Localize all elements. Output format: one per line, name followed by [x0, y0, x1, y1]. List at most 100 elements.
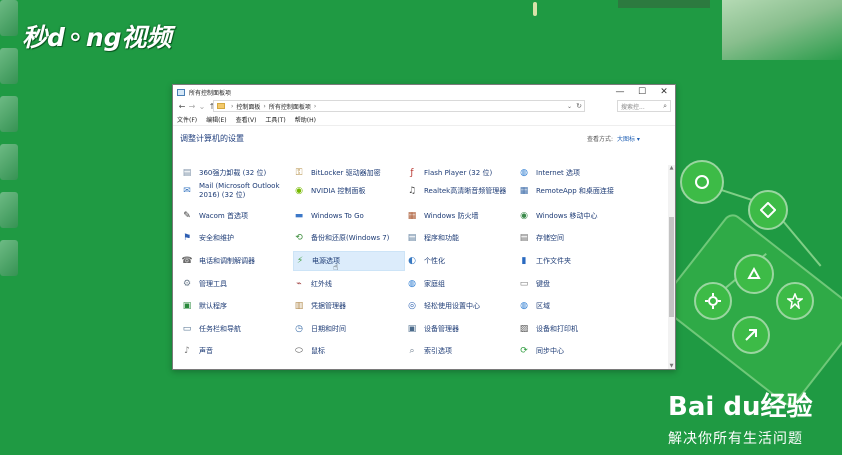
control-panel-item[interactable]: ⚙ 管理工具	[181, 274, 293, 294]
menu-edit[interactable]: 编辑(E)	[206, 115, 226, 124]
menu-help[interactable]: 帮助(H)	[295, 115, 316, 124]
menu-view[interactable]: 查看(V)	[236, 115, 257, 124]
search-placeholder: 搜索控...	[621, 103, 645, 111]
control-panel-item[interactable]: ◐ 个性化	[406, 251, 518, 271]
control-panel-item[interactable]: ⚿ BitLocker 驱动器加密	[293, 163, 405, 183]
baidu-watermark: Bai du经验 解决你所有生活问题	[668, 392, 812, 448]
control-panel-item[interactable]: ▨ 设备和打印机	[518, 319, 630, 339]
recent-locations-icon[interactable]: ⌄	[197, 102, 207, 111]
control-panel-items: ▤ 360强力卸载 (32 位) ✉ Mail (Microsoft Outlook …	[181, 165, 669, 367]
control-panel-item-label: Windows 移动中心	[536, 211, 598, 220]
scrollbar-thumb[interactable]	[669, 217, 674, 317]
address-dropdown-icon[interactable]: ⌄	[567, 103, 572, 110]
control-panel-item-label: 同步中心	[536, 346, 564, 355]
mouse-pointer-icon: ☝	[333, 263, 339, 273]
address-bar[interactable]: › 控制面板 › 所有控制面板项 › ⌄ ↻	[213, 100, 585, 112]
control-panel-item[interactable]: ⌕ 索引选项	[406, 341, 518, 361]
control-panel-item[interactable]: ▣ 设备管理器	[406, 319, 518, 339]
control-panel-item-label: 任务栏和导航	[199, 324, 241, 333]
control-panel-item[interactable]: ♪ 声音	[181, 341, 293, 361]
wallpaper-circle	[776, 282, 814, 320]
windows-to-go-icon: ▬	[294, 211, 304, 221]
control-panel-item-label: 360强力卸载 (32 位)	[199, 168, 267, 177]
control-panel-item-label: Windows To Go	[311, 211, 364, 220]
content-header: 调整计算机的设置 查看方式: 大图标 ▾	[173, 125, 675, 151]
control-panel-item[interactable]: ⬭ 鼠标	[293, 341, 405, 361]
credential-icon: ▥	[294, 301, 304, 311]
control-panel-item[interactable]: ƒ Flash Player (32 位)	[406, 163, 518, 183]
control-panel-item[interactable]: ◷ 日期和时间	[293, 319, 405, 339]
scroll-up-icon[interactable]: ▲	[668, 165, 675, 171]
control-panel-item-label: Realtek高清晰音频管理器	[424, 186, 507, 195]
control-panel-item[interactable]: ◎ 轻松使用设置中心	[406, 296, 518, 316]
control-panel-item[interactable]: ▮ 工作文件夹	[518, 251, 630, 271]
control-panel-item-label: Mail (Microsoft Outlook 2016) (32 位)	[199, 182, 280, 199]
desktop-corner-thumbnail	[722, 0, 842, 60]
control-panel-item[interactable]: ◍ 家庭组	[406, 274, 518, 294]
refresh-icon[interactable]: ↻	[576, 102, 582, 110]
control-panel-item[interactable]: ▤ 360强力卸载 (32 位)	[181, 163, 293, 183]
control-panel-item[interactable]: ▥ 凭据管理器	[293, 296, 405, 316]
default-programs-icon: ▣	[182, 301, 192, 311]
mouse-icon: ⬭	[295, 346, 303, 356]
forward-arrow-icon[interactable]: →	[187, 102, 197, 111]
control-panel-item[interactable]: ◍ 区域	[518, 296, 630, 316]
wacom-icon: ✎	[183, 211, 191, 221]
control-panel-item-label: 个性化	[424, 256, 445, 265]
vertical-scrollbar[interactable]: ▲ ▼	[668, 165, 675, 369]
breadcrumb-all-items[interactable]: 所有控制面板项	[269, 102, 311, 111]
control-panel-item[interactable]: ▦ Windows 防火墙	[406, 206, 518, 226]
bitlocker-icon: ⚿	[295, 168, 303, 178]
control-panel-item-label: 安全和维护	[199, 233, 234, 242]
control-panel-item[interactable]: ◉ NVIDIA 控制面板	[293, 181, 405, 201]
close-button[interactable]: ✕	[653, 85, 675, 99]
maximize-button[interactable]: ☐	[631, 85, 653, 99]
control-panel-item[interactable]: ♫ Realtek高清晰音频管理器	[406, 181, 518, 201]
control-panel-item-label: 电话和调制解调器	[199, 256, 255, 265]
control-panel-item[interactable]: ▣ 默认程序	[181, 296, 293, 316]
realtek-icon: ♫	[407, 186, 417, 196]
control-panel-item-label: 键盘	[536, 279, 550, 288]
control-panel-item[interactable]: ⚑ 安全和维护	[181, 228, 293, 248]
minimize-button[interactable]: —	[609, 85, 631, 99]
control-panel-item[interactable]: ◍ Internet 选项	[518, 163, 630, 183]
view-by-label: 查看方式:	[587, 136, 614, 143]
control-panel-item[interactable]: ⚡ 电源选项	[293, 251, 405, 271]
control-panel-item[interactable]: ▤ 存储空间	[518, 228, 630, 248]
control-panel-item[interactable]: ◉ Windows 移动中心	[518, 206, 630, 226]
control-panel-item[interactable]: ▬ Windows To Go	[293, 206, 405, 226]
search-input[interactable]: 搜索控... ⌕	[617, 100, 671, 112]
nvidia-icon: ◉	[295, 186, 303, 196]
back-arrow-icon[interactable]: ←	[177, 102, 187, 111]
control-panel-item-label: 声音	[199, 346, 213, 355]
control-panel-item[interactable]: ⟳ 同步中心	[518, 341, 630, 361]
breadcrumb-control-panel[interactable]: 控制面板	[236, 102, 260, 111]
control-panel-item-label: 鼠标	[311, 346, 325, 355]
region-icon: ◍	[520, 301, 528, 311]
programs-icon: ▤	[407, 233, 417, 243]
control-panel-item[interactable]: ✉ Mail (Microsoft Outlook 2016) (32 位)	[181, 181, 293, 201]
control-panel-item[interactable]: ⌁ 红外线	[293, 274, 405, 294]
control-panel-item[interactable]: ☎ 电话和调制解调器	[181, 251, 293, 271]
control-panel-item-label: RemoteApp 和桌面连接	[536, 186, 614, 195]
control-panel-item[interactable]: ⟲ 备份和还原(Windows 7)	[293, 228, 405, 248]
menu-tools[interactable]: 工具(T)	[265, 115, 285, 124]
phone-icon: ☎	[181, 256, 193, 266]
menu-file[interactable]: 文件(F)	[177, 115, 197, 124]
title-bar[interactable]: 所有控制面板项 — ☐ ✕	[173, 85, 675, 99]
control-panel-item[interactable]: ▭ 任务栏和导航	[181, 319, 293, 339]
control-panel-item[interactable]: ▦ RemoteApp 和桌面连接	[518, 181, 630, 201]
control-panel-item-label: 红外线	[311, 279, 332, 288]
control-panel-item-label: 轻松使用设置中心	[424, 301, 480, 310]
flag-icon: ⚑	[182, 233, 192, 243]
control-panel-item[interactable]: ✎ Wacom 首选项	[181, 206, 293, 226]
scroll-down-icon[interactable]: ▼	[668, 363, 675, 369]
admin-tools-icon: ⚙	[182, 279, 192, 289]
control-panel-window: 所有控制面板项 — ☐ ✕ ← → ⌄ ↑ › 控制面板 › 所有控制面板项 ›…	[172, 84, 676, 370]
control-panel-item-label: 区域	[536, 301, 550, 310]
flash-icon: ƒ	[410, 168, 414, 178]
control-panel-item[interactable]: ▭ 键盘	[518, 274, 630, 294]
control-panel-item[interactable]: ▤ 程序和功能	[406, 228, 518, 248]
window-controls: — ☐ ✕	[609, 85, 675, 99]
view-by-dropdown[interactable]: 大图标 ▾	[617, 134, 640, 143]
